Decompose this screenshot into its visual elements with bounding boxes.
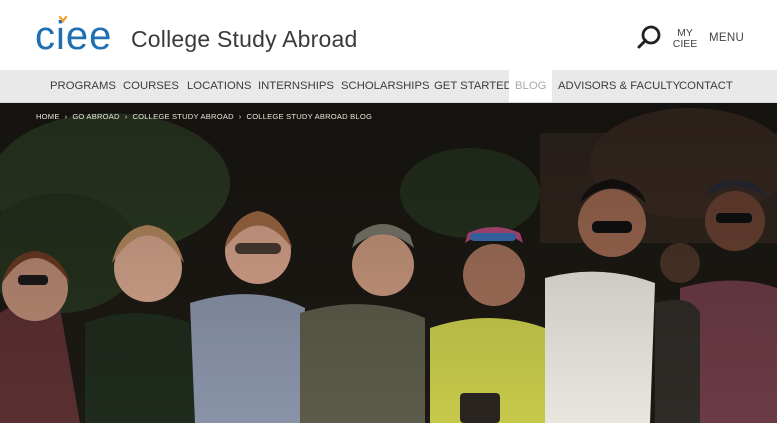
menu-button[interactable]: MENU — [709, 32, 744, 44]
nav-locations[interactable]: LOCATIONS — [187, 70, 251, 102]
breadcrumb-college-study-abroad[interactable]: COLLEGE STUDY ABROAD — [132, 112, 233, 121]
search-button[interactable] — [636, 24, 664, 52]
nav-courses[interactable]: COURSES — [123, 70, 179, 102]
nav-scholarships[interactable]: SCHOLARSHIPS — [341, 70, 430, 102]
nav-internships[interactable]: INTERNSHIPS — [258, 70, 334, 102]
breadcrumb-home[interactable]: HOME — [36, 112, 60, 121]
site-title[interactable]: College Study Abroad — [131, 26, 358, 53]
nav-programs[interactable]: PROGRAMS — [50, 70, 116, 102]
breadcrumb-go-abroad[interactable]: GO ABROAD — [72, 112, 119, 121]
nav-advisors-faculty[interactable]: ADVISORS & FACULTY — [558, 70, 680, 102]
breadcrumb: HOME › GO ABROAD › COLLEGE STUDY ABROAD › COLL… — [36, 112, 372, 121]
main-nav: PROGRAMS COURSES LOCATIONS INTERNSHIPS S… — [0, 70, 777, 103]
breadcrumb-separator: › — [238, 112, 242, 121]
nav-contact[interactable]: CONTACT — [679, 70, 733, 102]
breadcrumb-current-page: COLLEGE STUDY ABROAD BLOG — [246, 112, 373, 121]
my-ciee-line2: CIEE — [672, 38, 698, 50]
my-ciee-link[interactable]: MY CIEE — [672, 28, 698, 50]
ciee-logo[interactable]: ciee — [35, 14, 117, 58]
hero-image — [0, 103, 777, 423]
nav-get-started[interactable]: GET STARTED — [434, 70, 512, 102]
group-photo — [0, 103, 777, 423]
breadcrumb-separator: › — [64, 112, 68, 121]
search-icon — [637, 25, 661, 49]
nav-blog[interactable]: BLOG — [509, 70, 553, 102]
breadcrumb-separator: › — [124, 112, 128, 121]
site-header: ciee College Study Abroad MY CIEE MENU — [0, 0, 777, 70]
logo-text: ciee — [35, 14, 112, 54]
